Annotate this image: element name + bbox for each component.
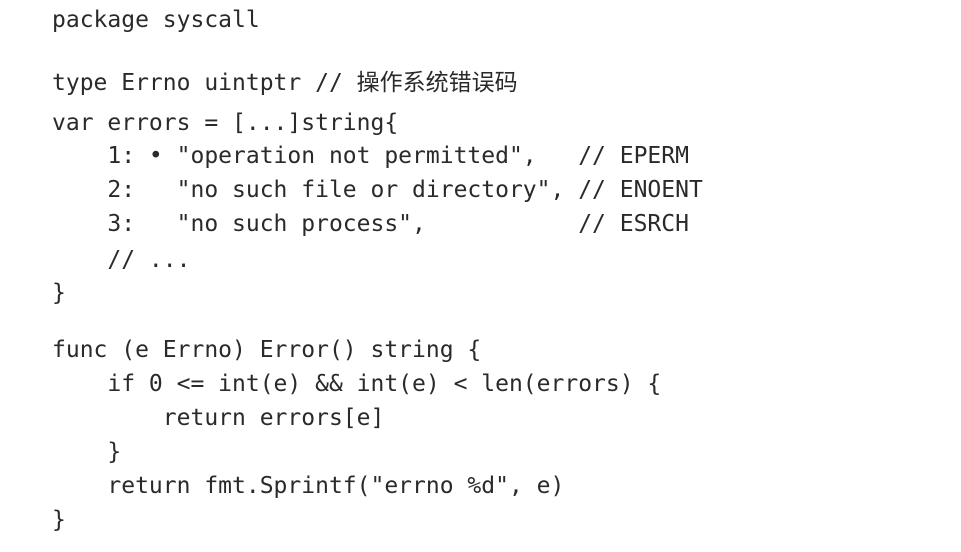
code-line: 3: "no such process", // ESRCH [52, 211, 689, 237]
code-line: func (e Errno) Error() string { [52, 337, 482, 363]
code-line: } [52, 439, 122, 465]
code-line: 1: • "operation not permitted", // EPERM [52, 143, 689, 169]
code-line: // ... [52, 247, 191, 273]
code-line: } [52, 507, 66, 533]
page: package syscall type Errno uintptr // 操作… [0, 0, 961, 552]
code-line: type Errno uintptr // 操作系统错误码 [52, 70, 518, 96]
code-line: 2: "no such file or directory", // ENOEN… [52, 177, 703, 203]
code-line: return fmt.Sprintf("errno %d", e) [52, 473, 565, 499]
code-line: } [52, 280, 66, 306]
code-line: return errors[e] [52, 405, 385, 431]
code-line: package syscall [52, 7, 260, 33]
code-listing: package syscall type Errno uintptr // 操作… [52, 0, 952, 552]
code-line: var errors = [...]string{ [52, 110, 399, 136]
code-line: if 0 <= int(e) && int(e) < len(errors) { [52, 371, 662, 397]
